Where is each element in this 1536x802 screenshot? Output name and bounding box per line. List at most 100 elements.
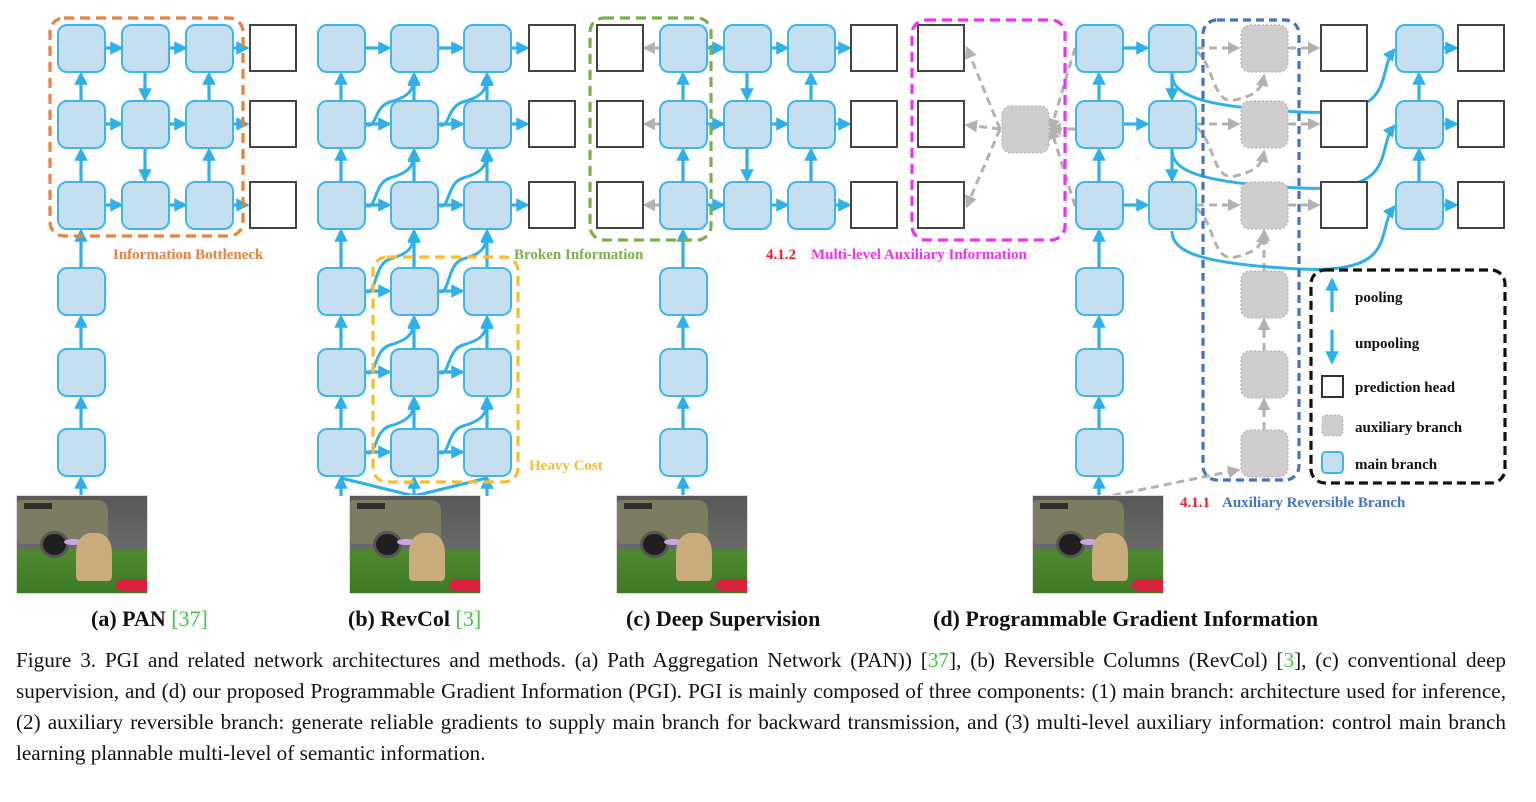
main-branch-block <box>317 181 366 230</box>
main-branch-block <box>463 428 512 477</box>
prediction-head <box>249 181 297 229</box>
main-branch-block <box>390 348 439 397</box>
prediction-head <box>528 24 576 72</box>
main-branch-block <box>723 100 772 149</box>
main-branch-block <box>463 348 512 397</box>
main-branch-block <box>1395 181 1444 230</box>
panel-title-d: (d) Programmable Gradient Information <box>933 606 1318 631</box>
main-branch-block <box>659 348 708 397</box>
main-branch-block <box>317 428 366 477</box>
main-branch-block <box>659 24 708 73</box>
main-branch-block <box>787 100 836 149</box>
aux-arrow <box>964 45 1002 130</box>
main-branch-block <box>1395 100 1444 149</box>
legend-auxiliary-branch-icon <box>1321 414 1344 437</box>
label-heavy-cost: Heavy Cost <box>529 458 603 474</box>
main-branch-block <box>185 100 234 149</box>
input-image-c <box>616 495 748 594</box>
aux-arrow <box>965 128 1002 209</box>
prediction-head <box>1320 24 1368 72</box>
main-branch-block <box>1148 100 1197 149</box>
main-branch-block <box>463 181 512 230</box>
prediction-head <box>528 100 576 148</box>
prediction-head <box>917 100 965 148</box>
main-branch-block <box>390 24 439 73</box>
main-branch-block <box>57 181 106 230</box>
prediction-head <box>249 24 297 72</box>
main-branch-block <box>659 428 708 477</box>
main-branch-block <box>1148 24 1197 73</box>
prediction-head <box>528 181 576 229</box>
legend-label-auxiliary-branch: auxiliary branch <box>1355 420 1463 436</box>
label-information-bottleneck: Information Bottleneck <box>113 247 264 263</box>
auxiliary-branch-block <box>1240 181 1289 230</box>
caption-ref-3[interactable]: 3 <box>1283 648 1294 672</box>
prediction-head <box>850 181 898 229</box>
main-branch-block <box>390 100 439 149</box>
prediction-head <box>249 100 297 148</box>
prediction-head <box>596 24 644 72</box>
main-branch-block <box>723 24 772 73</box>
prediction-head <box>850 24 898 72</box>
caption-mid: ], (b) Reversible Columns (RevCol) [ <box>949 648 1284 672</box>
main-branch-block <box>121 24 170 73</box>
main-branch-block <box>1075 428 1124 477</box>
legend-label-main-branch: main branch <box>1355 457 1438 473</box>
auxiliary-branch-block <box>1240 100 1289 149</box>
connector <box>340 476 415 498</box>
main-branch-block <box>185 24 234 73</box>
panel-title-b: (b) RevCol [3] <box>348 606 481 631</box>
main-branch-block <box>390 267 439 316</box>
prediction-head <box>850 100 898 148</box>
prediction-head <box>917 181 965 229</box>
auxiliary-branch-block <box>1240 270 1289 319</box>
prediction-head <box>1457 100 1505 148</box>
main-branch-block <box>1075 100 1124 149</box>
main-branch-block <box>57 100 106 149</box>
main-branch-block <box>463 267 512 316</box>
main-branch-block <box>317 348 366 397</box>
prediction-head <box>1320 100 1368 148</box>
prediction-head <box>596 181 644 229</box>
label-multilevel-number: 4.1.2 <box>766 247 796 263</box>
prediction-head <box>1320 181 1368 229</box>
main-branch-block <box>463 24 512 73</box>
main-branch-block <box>57 428 106 477</box>
auxiliary-branch-block <box>1240 350 1289 399</box>
label-reversible-number: 4.1.1 <box>1180 495 1210 511</box>
main-branch-block <box>659 100 708 149</box>
auxiliary-branch-block <box>1001 105 1050 154</box>
main-branch-block <box>659 267 708 316</box>
main-branch-block <box>121 181 170 230</box>
main-branch-block <box>1148 181 1197 230</box>
caption-lead: Figure 3. PGI and related network archit… <box>16 648 921 672</box>
main-branch-block <box>1395 24 1444 73</box>
main-branch-block <box>317 100 366 149</box>
main-branch-block <box>390 428 439 477</box>
figure-caption: Figure 3. PGI and related network archit… <box>16 648 1506 765</box>
main-branch-block <box>787 181 836 230</box>
figure-diagram: Information Bottleneck Heavy Cost Broken… <box>48 16 1507 631</box>
prediction-head <box>1457 24 1505 72</box>
prediction-head <box>596 100 644 148</box>
main-branch-block <box>1075 24 1124 73</box>
panel-title-a: (a) PAN [37] <box>91 606 208 631</box>
auxiliary-branch-block <box>1240 429 1289 478</box>
main-branch-block <box>317 267 366 316</box>
main-branch-block <box>185 181 234 230</box>
legend-label-prediction-head: prediction head <box>1355 380 1456 396</box>
legend-main-branch-icon <box>1321 451 1344 474</box>
aux-arrow <box>1047 126 1077 207</box>
legend-label-pooling: pooling <box>1355 290 1403 306</box>
auxiliary-branch-block <box>1240 24 1289 73</box>
main-branch-block <box>57 24 106 73</box>
main-branch-block <box>1075 181 1124 230</box>
main-branch-block <box>121 100 170 149</box>
caption-ref-37[interactable]: 37 <box>928 648 949 672</box>
legend-label-unpooling: unpooling <box>1355 336 1420 352</box>
prediction-head <box>917 24 965 72</box>
main-branch-block <box>57 267 106 316</box>
input-image-a <box>16 495 148 594</box>
input-image-d <box>1032 495 1164 594</box>
main-branch-block <box>1075 267 1124 316</box>
